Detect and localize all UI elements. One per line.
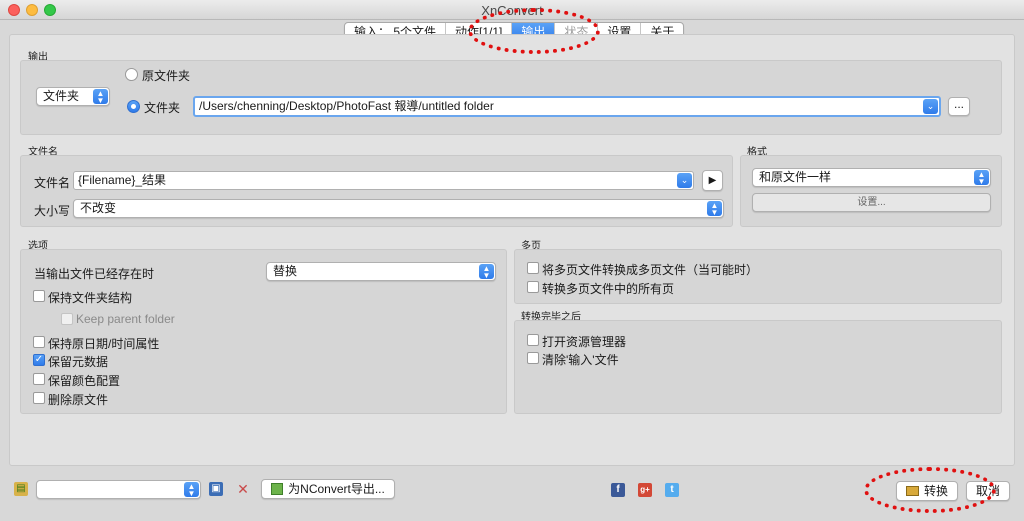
stepper-arrows-icon: ▲ ▼ (707, 201, 722, 217)
radio-original-folder-label: 原文件夹 (142, 69, 191, 83)
exists-label: 当输出文件已经存在时 (34, 267, 155, 281)
delete-original-label: 删除原文件 (48, 393, 109, 407)
filename-label: 文件名 (34, 176, 71, 190)
preset-select[interactable]: ▲ ▼ (36, 480, 201, 499)
clear-input-label: 清除'输入'文件 (542, 353, 619, 367)
format-box (740, 155, 1002, 227)
keep-metadata-label: 保留元数据 (48, 355, 109, 369)
open-explorer-label: 打开资源管理器 (542, 335, 627, 349)
keep-color-profile-label: 保留颜色配置 (48, 374, 121, 388)
keep-date-time-checkbox[interactable] (33, 336, 45, 348)
destination-select-value: 文件夹 (43, 89, 80, 103)
convert-all-pages-label: 转换多页文件中的所有页 (542, 282, 675, 296)
chevron-down-icon[interactable]: ⌄ (923, 99, 938, 114)
format-select-value: 和原文件一样 (759, 170, 832, 184)
export-nconvert-button[interactable]: 为NConvert导出... (261, 479, 395, 499)
filename-value: {Filename}_结果 (78, 173, 167, 187)
twitter-icon[interactable]: t (665, 483, 679, 497)
convert-multipage-label: 将多页文件转换成多页文件（当可能时） (542, 263, 759, 277)
case-select-value: 不改变 (80, 201, 117, 215)
stepper-arrows-icon: ▲ ▼ (479, 264, 494, 280)
stepper-arrows-icon: ▲ ▼ (184, 482, 199, 498)
exists-select[interactable]: 替换 ▲ ▼ (266, 262, 496, 281)
annotation-circle-tabs (468, 8, 600, 54)
browse-button[interactable]: ... (948, 97, 970, 116)
google-plus-icon[interactable]: g+ (638, 483, 652, 497)
delete-original-checkbox[interactable] (33, 392, 45, 404)
filename-insert-button[interactable]: ▶ (702, 170, 723, 191)
clear-input-checkbox[interactable] (527, 352, 539, 364)
stepper-arrows-icon: ▲ ▼ (974, 170, 989, 186)
folder-path-field[interactable]: /Users/chenning/Desktop/PhotoFast 報導/unt… (193, 96, 941, 117)
filename-field[interactable]: {Filename}_结果 ⌄ (73, 171, 694, 190)
format-settings-button[interactable]: 设置... (752, 193, 991, 212)
keep-metadata-checkbox[interactable]: ✓ (33, 354, 45, 366)
stepper-arrows-icon: ▲ ▼ (93, 89, 108, 105)
keep-parent-folder-checkbox[interactable] (61, 313, 73, 325)
keep-parent-folder-label: Keep parent folder (76, 312, 175, 326)
facebook-icon[interactable]: f (611, 483, 625, 497)
radio-folder-label: 文件夹 (144, 101, 181, 115)
keep-folder-structure-checkbox[interactable] (33, 290, 45, 302)
chevron-down-icon[interactable]: ⌄ (677, 173, 692, 188)
radio-original-folder[interactable] (125, 68, 138, 81)
convert-all-pages-checkbox[interactable] (527, 281, 539, 293)
delete-icon[interactable]: ✕ (236, 482, 250, 496)
open-explorer-checkbox[interactable] (527, 334, 539, 346)
keep-date-time-label: 保持原日期/时间属性 (48, 337, 160, 351)
save-icon[interactable]: ▣ (209, 482, 223, 496)
export-nconvert-label: 为NConvert导出... (288, 482, 385, 496)
convert-multipage-checkbox[interactable] (527, 262, 539, 274)
folder-path-value: /Users/chenning/Desktop/PhotoFast 報導/unt… (199, 99, 494, 113)
case-label: 大小写 (34, 204, 71, 218)
format-select[interactable]: 和原文件一样 ▲ ▼ (752, 168, 991, 187)
destination-select[interactable]: 文件夹 ▲ ▼ (36, 87, 110, 106)
annotation-circle-convert (864, 467, 996, 513)
keep-color-profile-checkbox[interactable] (33, 373, 45, 385)
radio-folder[interactable] (127, 100, 140, 113)
keep-folder-structure-label: 保持文件夹结构 (48, 291, 133, 305)
folder-open-icon[interactable]: ▤ (14, 482, 28, 496)
case-select[interactable]: 不改变 ▲ ▼ (73, 199, 724, 218)
export-icon (271, 483, 284, 495)
exists-select-value: 替换 (273, 264, 298, 278)
